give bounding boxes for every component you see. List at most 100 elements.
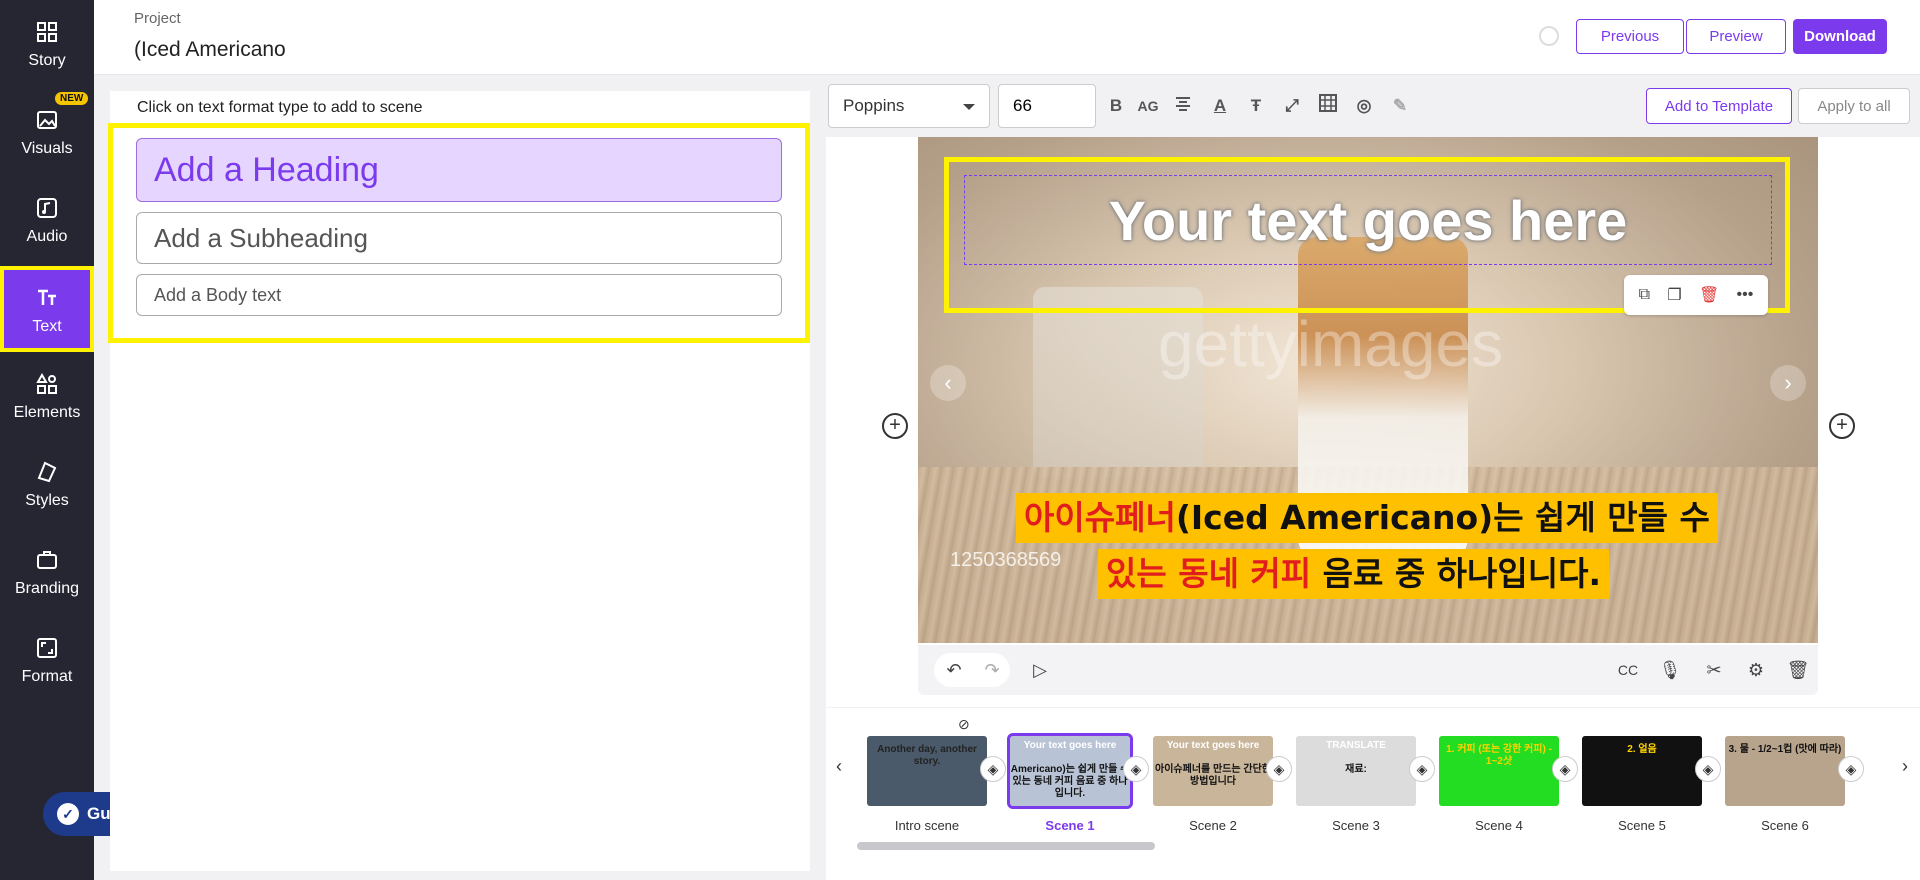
scene-label: Scene 6 (1761, 818, 1809, 833)
font-family-value: Poppins (843, 96, 905, 115)
ai-voice-icon[interactable]: 🎙 (1658, 658, 1682, 682)
layers-icon[interactable]: ❐ (1667, 285, 1681, 305)
nav-item-elements[interactable]: Elements (0, 352, 94, 438)
nav-item-branding[interactable]: Branding (0, 528, 94, 614)
nav-item-format[interactable]: Format (0, 616, 94, 702)
watermark-id: 1250368569 (950, 549, 1062, 571)
text-panel: Click on text format type to add to scen… (108, 91, 810, 871)
text-color-icon[interactable]: A (1208, 94, 1232, 118)
table-icon[interactable] (1316, 94, 1340, 118)
playback-controls: ↶ ↷ ▷ CC 🎙 ✂ ⚙ 🗑 (918, 645, 1818, 695)
nav-item-text[interactable]: Text (0, 266, 94, 352)
layers-icon[interactable]: ◈ (1409, 756, 1435, 782)
duplicate-icon[interactable]: ⧉ (1639, 286, 1650, 304)
nav-label: Audio (26, 228, 68, 245)
thumbnail-overlay-text: TRANSLATE (1326, 740, 1386, 751)
nav-label: Visuals (21, 140, 73, 157)
scene-thumbnail[interactable]: Your text goes here 아이슈페너를 만드는 간단한 방법입니다 (1153, 736, 1273, 806)
thumbnail-text: Another day, another story. (877, 744, 977, 767)
previous-button[interactable]: Previous (1576, 19, 1684, 54)
add-subheading-button[interactable]: Add a Subheading (136, 212, 782, 264)
paint-brush-icon[interactable]: ✎ (1388, 94, 1412, 118)
nav-item-audio[interactable]: Audio (0, 176, 94, 262)
scene-label: Scene 4 (1475, 818, 1523, 833)
scene-thumbnail[interactable]: TRANSLATE 재료: (1296, 736, 1416, 806)
thumbnail-text: 1. 커피 (또는 강한 커피) - 1~2샷 (1446, 744, 1552, 767)
caption-highlight: 있는 동네 커피 (1106, 554, 1312, 593)
effects-icon[interactable]: ◎ (1352, 94, 1376, 118)
layers-icon[interactable]: ◈ (1266, 756, 1292, 782)
panel-hint: Click on text format type to add to scen… (137, 99, 423, 116)
nav-item-story[interactable]: Story (0, 0, 94, 86)
add-body-text-button[interactable]: Add a Body text (136, 274, 782, 316)
nav-item-styles[interactable]: Styles (0, 440, 94, 526)
text-toolbar: Poppins B AG A Ŧ ⤢ ◎ ✎ Add to Template A… (826, 82, 1920, 132)
captions-icon[interactable]: CC (1616, 658, 1640, 682)
hidden-eye-icon[interactable]: ⊘ (958, 716, 970, 733)
new-badge: NEW (55, 92, 89, 105)
scene-thumbnail[interactable]: 1. 커피 (또는 강한 커피) - 1~2샷 (1439, 736, 1559, 806)
thumbnail-text: 재료: (1345, 764, 1367, 775)
scissors-icon[interactable]: ✂ (1702, 658, 1726, 682)
scene-thumbnail[interactable]: 2. 얼음 (1582, 736, 1702, 806)
scene-thumbnail[interactable]: Another day, another story. (867, 736, 987, 806)
scene-label: Scene 1 (1045, 818, 1095, 833)
add-to-template-button[interactable]: Add to Template (1646, 88, 1792, 124)
scene-thumbnail[interactable]: Your text goes here Americano)는 쉽게 만들 수 있… (1007, 733, 1133, 809)
thumbnail-overlay-text: Your text goes here (1166, 740, 1260, 751)
more-icon[interactable]: ••• (1737, 286, 1754, 304)
settings-icon[interactable]: ⚙ (1744, 658, 1768, 682)
scene-label: Intro scene (894, 818, 960, 833)
resize-icon[interactable]: ⤢ (1280, 94, 1304, 118)
thumbnail-text: 2. 얼음 (1627, 744, 1657, 755)
redo-icon[interactable]: ↷ (980, 658, 1004, 682)
delete-scene-icon[interactable]: 🗑 (1786, 658, 1810, 682)
caption-line-1[interactable]: 아이슈페너(Iced Americano)는 쉽게 만들 수 (1016, 493, 1718, 543)
scene-label: Scene 5 (1618, 818, 1666, 833)
caption-highlight: 아이슈페너 (1024, 498, 1176, 537)
project-label: Project (134, 10, 181, 27)
layers-icon[interactable]: ◈ (1123, 756, 1149, 782)
uppercase-icon[interactable]: AG (1136, 94, 1160, 118)
nav-label: Elements (13, 404, 81, 421)
scene-label: Scene 2 (1189, 818, 1237, 833)
add-scene-before-icon[interactable]: + (882, 413, 908, 439)
layers-icon[interactable]: ◈ (1838, 756, 1864, 782)
layers-icon[interactable]: ◈ (1552, 756, 1578, 782)
music-icon (37, 198, 57, 218)
bold-icon[interactable]: B (1104, 94, 1128, 118)
nav-label: Text (32, 318, 62, 335)
scene-thumbnail[interactable]: 3. 물 - 1/2~1컵 (맛에 따라) (1725, 736, 1845, 806)
chevron-right-icon[interactable]: › (1902, 756, 1908, 777)
layers-icon[interactable]: ◈ (980, 756, 1006, 782)
chevron-left-icon[interactable]: ‹ (836, 756, 842, 777)
timeline-scrollbar[interactable] (857, 842, 1155, 850)
download-button[interactable]: Download (1793, 19, 1887, 54)
layers-icon[interactable]: ◈ (1695, 756, 1721, 782)
font-family-select[interactable]: Poppins (828, 84, 990, 128)
project-name[interactable]: (Iced Americano (134, 38, 286, 62)
briefcase-icon (37, 551, 57, 569)
scene-label: Scene 3 (1332, 818, 1380, 833)
preview-button[interactable]: Preview (1686, 19, 1786, 54)
saving-spinner-icon (1539, 26, 1559, 46)
check-circle-icon: ✓ (57, 803, 79, 825)
text-icon (38, 289, 56, 305)
nav-label: Story (28, 52, 66, 69)
scene-canvas[interactable]: gettyimages 1250368569 ‹ › Your text goe… (918, 137, 1818, 643)
caption-line-2[interactable]: 있는 동네 커피 음료 중 하나입니다. (1098, 549, 1610, 599)
add-heading-button[interactable]: Add a Heading (136, 138, 782, 202)
thumbnail-overlay-text: Your text goes here (1023, 740, 1117, 751)
add-scene-after-icon[interactable]: + (1829, 413, 1855, 439)
text-style-icon[interactable]: Ŧ (1244, 94, 1268, 118)
chevron-left-icon: ‹ (930, 365, 966, 401)
font-size-input[interactable] (998, 84, 1096, 128)
apply-to-all-button[interactable]: Apply to all (1798, 88, 1910, 124)
play-icon[interactable]: ▷ (1028, 658, 1052, 682)
selected-text-box[interactable]: Your text goes here (964, 175, 1772, 265)
align-center-icon[interactable] (1171, 94, 1195, 118)
trash-icon[interactable]: 🗑 (1699, 285, 1719, 305)
undo-icon[interactable]: ↶ (942, 658, 966, 682)
styles-icon (37, 461, 57, 483)
nav-label: Format (21, 668, 73, 685)
